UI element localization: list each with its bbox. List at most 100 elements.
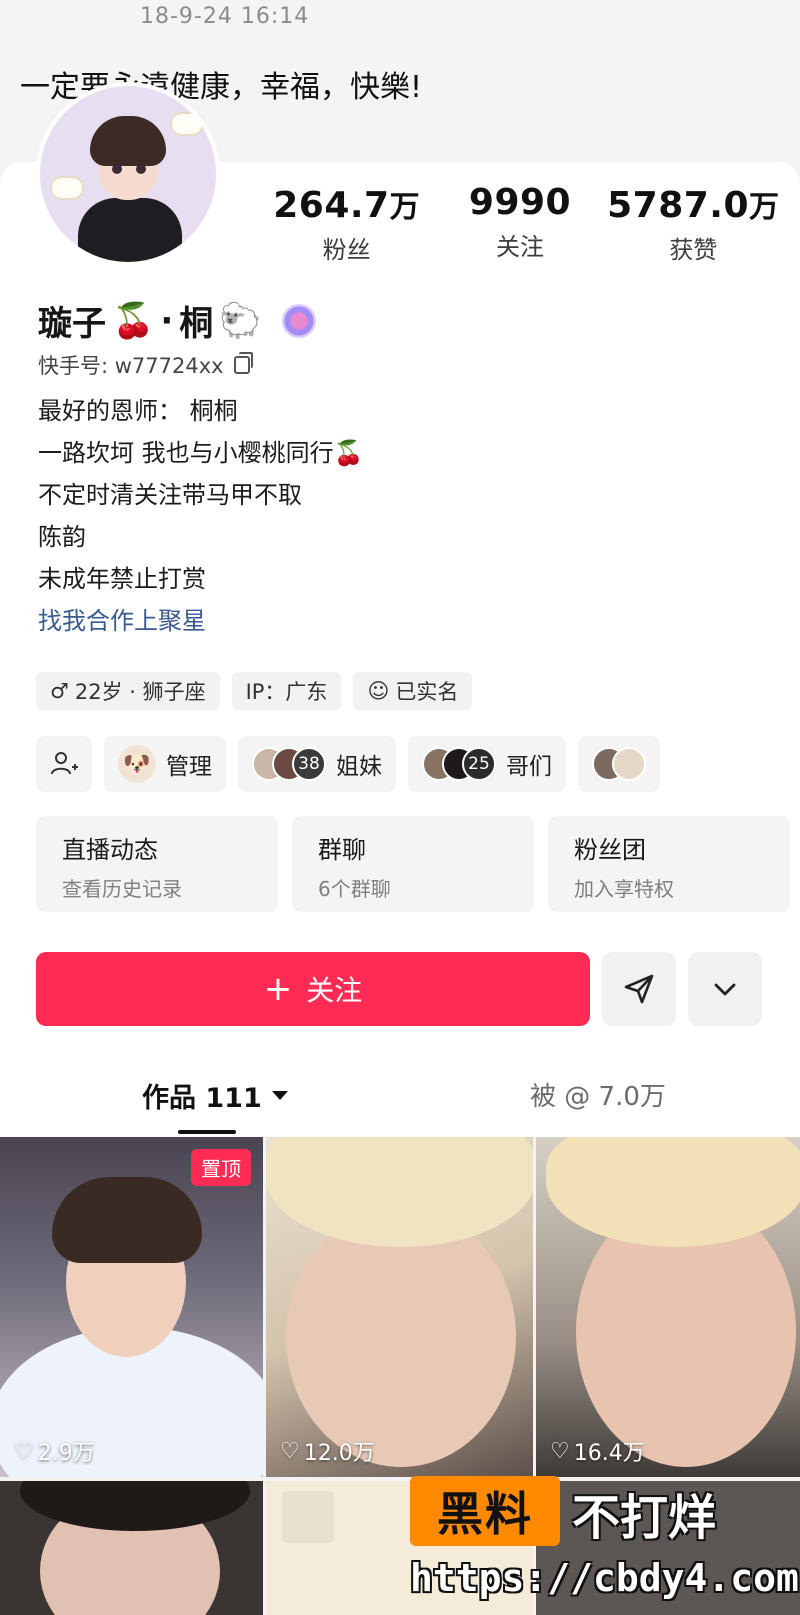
card-subtitle: 查看历史记录 <box>62 877 182 901</box>
stat-unit: 万 <box>389 190 421 225</box>
follow-label: 关注 <box>306 974 363 1007</box>
watermark-box: 黑料 <box>410 1476 560 1546</box>
watermark-text: 不打烊 <box>572 1490 717 1546</box>
member-avatar <box>612 747 646 781</box>
image-placeholder-icon <box>282 1491 334 1543</box>
group-label: 姐妹 <box>336 754 382 780</box>
card-group-chat[interactable]: 群聊 6个群聊 <box>292 816 534 912</box>
video-tile[interactable]: ♡ 12.0万 <box>266 1137 533 1477</box>
bio-line: 最好的恩师： 桐桐 <box>38 397 238 425</box>
post-timestamp: 18-9-24 16:14 <box>140 4 310 29</box>
brothers-group-button[interactable]: 25 哥们 <box>408 736 566 792</box>
add-friend-button[interactable] <box>36 736 92 792</box>
chevron-down-icon <box>714 983 736 996</box>
group-label: 哥们 <box>506 754 552 780</box>
cherry-icon: 🍒 <box>112 300 155 341</box>
video-thumbnail-hair <box>20 1481 250 1531</box>
bio-link[interactable]: 找我合作上聚星 <box>38 600 364 642</box>
avatar-eye <box>136 164 146 174</box>
card-live-history[interactable]: 直播动态 查看历史记录 <box>36 816 278 912</box>
heart-icon: ♡ <box>550 1438 570 1464</box>
stat-value: 9990 <box>468 182 572 223</box>
avatar[interactable] <box>36 82 220 266</box>
watermark-url: https://cbdy4.com <box>410 1556 799 1600</box>
stat-value: 5787.0 <box>607 185 750 226</box>
tab-works[interactable]: 作品 111 <box>142 1076 288 1134</box>
member-avatars: 38 <box>252 747 326 781</box>
feature-cards: 直播动态 查看历史记录 群聊 6个群聊 粉丝团 加入享特权 <box>36 816 796 912</box>
video-likes: ♡ 16.4万 <box>550 1438 645 1467</box>
profile-tags: ♂ 22岁 · 狮子座 IP：广东 ☺ 已实名 <box>36 672 473 710</box>
stat-unit: 万 <box>749 190 780 225</box>
card-subtitle: 6个群聊 <box>318 877 391 901</box>
send-icon <box>624 974 654 1004</box>
add-user-icon <box>51 752 78 775</box>
bio-line: 一路坎坷 我也与小樱桃同行🍒 <box>38 439 364 467</box>
shield-icon: ☺ <box>367 679 390 703</box>
card-fan-club[interactable]: 粉丝团 加入享特权 <box>548 816 790 912</box>
sisters-group-button[interactable]: 38 姐妹 <box>238 736 396 792</box>
heart-icon: ♡ <box>14 1438 34 1464</box>
bio-line: 陈韵 <box>38 523 86 551</box>
plus-icon: + <box>263 969 293 1009</box>
account-id: 快手号: w77724xx <box>38 354 224 378</box>
tab-mentions[interactable]: 被 @ 7.0万 <box>530 1076 666 1113</box>
video-tile[interactable]: 置顶 ♡ 2.9万 <box>0 1137 263 1477</box>
action-row: + 关注 <box>36 952 764 1028</box>
copy-icon[interactable] <box>233 352 253 374</box>
verified-badge-icon[interactable] <box>281 303 316 338</box>
card-title: 粉丝团 <box>574 836 646 864</box>
tag-text: 已实名 <box>395 680 459 704</box>
heart-icon: ♡ <box>280 1438 300 1464</box>
name-part-1: 璇子 <box>38 304 106 344</box>
tag-text: 22岁 · 狮子座 <box>74 680 206 704</box>
dog-icon: 🐶 <box>118 745 156 783</box>
video-thumbnail-hair <box>546 1137 800 1247</box>
stat-following[interactable]: 9990 关注 <box>433 182 606 262</box>
video-thumbnail-hair <box>266 1137 533 1247</box>
tag-age-zodiac: ♂ 22岁 · 狮子座 <box>36 672 220 710</box>
stat-label: 关注 <box>495 233 544 261</box>
profile-bio: 最好的恩师： 桐桐 一路坎坷 我也与小樱桃同行🍒 不定时清关注带马甲不取 陈韵 … <box>38 390 364 642</box>
profile-stats: 264.7万 粉丝 9990 关注 5787.0万 获赞 <box>260 182 780 264</box>
avatar-illustration <box>40 86 216 262</box>
video-tile[interactable] <box>0 1481 263 1615</box>
content-tabs: 作品 111 被 @ 7.0万 <box>0 1068 800 1138</box>
stat-likes[interactable]: 5787.0万 获赞 <box>607 182 780 264</box>
follow-button[interactable]: + 关注 <box>36 952 590 1026</box>
tag-text: IP：广东 <box>245 680 328 704</box>
card-title: 群聊 <box>318 836 366 864</box>
pinned-badge: 置顶 <box>191 1149 251 1186</box>
stat-label: 获赞 <box>669 236 718 264</box>
avatar-hair <box>90 116 166 166</box>
manage-label: 管理 <box>166 754 212 780</box>
message-button[interactable] <box>602 952 676 1026</box>
video-likes: ♡ 12.0万 <box>280 1438 375 1467</box>
avatar-eye <box>112 164 122 174</box>
account-id-row: 快手号: w77724xx <box>38 350 253 380</box>
male-icon: ♂ <box>50 679 69 703</box>
groups-row: 🐶 管理 38 姐妹 25 哥们 <box>36 736 800 792</box>
more-group-button[interactable] <box>578 736 660 792</box>
member-count: 25 <box>462 747 496 781</box>
cloud-decoration <box>52 178 82 198</box>
stat-label: 粉丝 <box>322 236 371 264</box>
stat-followers[interactable]: 264.7万 粉丝 <box>260 182 433 264</box>
card-subtitle: 加入享特权 <box>574 877 674 901</box>
member-avatars <box>592 747 646 781</box>
more-options-button[interactable] <box>688 952 762 1026</box>
tab-works-label: 作品 111 <box>142 1083 262 1114</box>
name-separator: · <box>160 300 174 341</box>
stat-value: 264.7 <box>273 185 390 226</box>
video-tile[interactable]: ♡ 16.4万 <box>536 1137 800 1477</box>
profile-name: 璇子 🍒 · 桐 🐑 <box>38 296 316 345</box>
member-avatars: 25 <box>422 747 496 781</box>
member-count: 38 <box>292 747 326 781</box>
card-title: 直播动态 <box>62 836 158 864</box>
video-likes: ♡ 2.9万 <box>14 1438 95 1467</box>
tag-verified-identity: ☺ 已实名 <box>353 672 473 710</box>
site-watermark: 黑料 不打烊 https://cbdy4.com <box>404 1470 800 1615</box>
caret-down-icon <box>271 1091 288 1100</box>
tag-ip-location: IP：广东 <box>231 672 342 710</box>
manage-button[interactable]: 🐶 管理 <box>104 736 226 792</box>
